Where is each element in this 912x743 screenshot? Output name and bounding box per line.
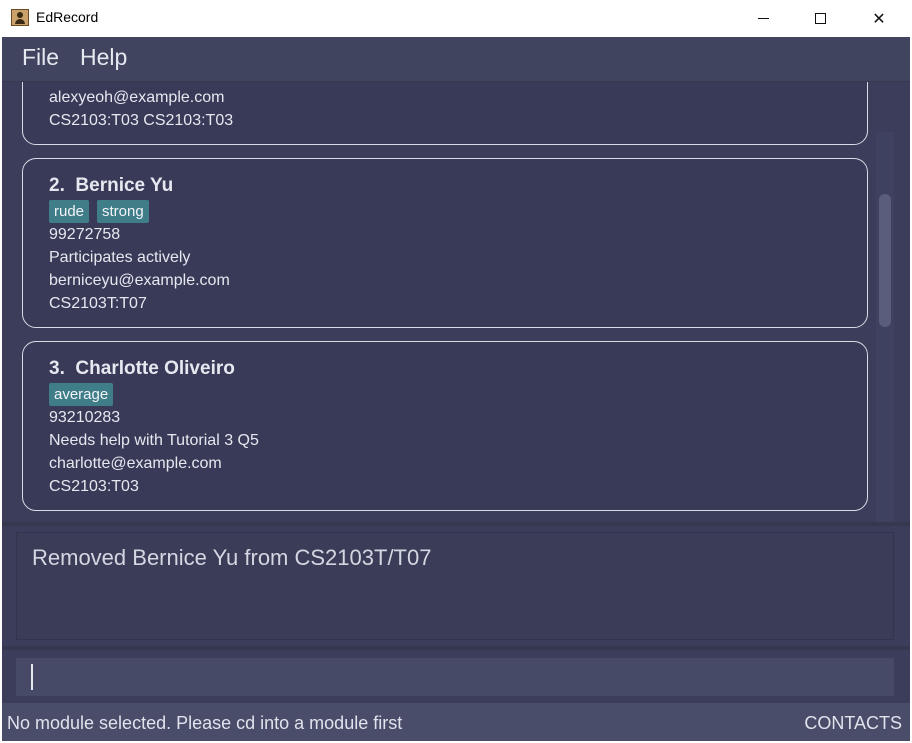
close-icon: ✕ — [872, 10, 886, 28]
person-info: Needs help with Tutorial 3 Q5 — [49, 432, 259, 449]
person-card[interactable]: 3. Charlotte Oliveiro average 93210283 N… — [22, 341, 868, 511]
person-name-text: Bernice Yu — [75, 175, 174, 196]
result-message: Removed Bernice Yu from CS2103T/T07 — [32, 545, 432, 570]
person-email: berniceyu@example.com — [49, 272, 230, 289]
status-bar: No module selected. Please cd into a mod… — [2, 703, 910, 741]
person-card[interactable]: 2. Bernice Yu rude strong 99272758 Parti… — [22, 158, 868, 328]
person-info: Participates actively — [49, 249, 191, 266]
person-index: 2. — [49, 175, 65, 196]
command-input[interactable] — [16, 658, 894, 696]
menu-file[interactable]: File — [22, 44, 59, 71]
text-caret — [31, 664, 33, 690]
close-button[interactable]: ✕ — [856, 0, 902, 37]
menu-bar: File Help — [2, 37, 910, 82]
minimize-button[interactable] — [740, 0, 786, 37]
window-title: EdRecord — [36, 9, 99, 25]
person-name: 2. Bernice Yu — [49, 175, 173, 197]
person-name: 3. Charlotte Oliveiro — [49, 358, 235, 380]
person-index: 3. — [49, 358, 65, 379]
person-list[interactable]: alexyeoh@example.com CS2103:T03 CS2103:T… — [2, 82, 910, 522]
scrollbar-thumb[interactable] — [879, 194, 891, 327]
tag: rude — [49, 200, 90, 223]
person-card[interactable]: alexyeoh@example.com CS2103:T03 CS2103:T… — [22, 82, 868, 145]
menu-help[interactable]: Help — [80, 44, 127, 71]
person-modules: CS2103:T03 — [49, 478, 139, 495]
tag-list: average — [49, 383, 249, 406]
person-phone: 93210283 — [49, 409, 121, 426]
app-window: File Help alexyeoh@example.com CS2103:T0… — [2, 37, 910, 741]
person-email: alexyeoh@example.com — [49, 89, 225, 106]
minimize-icon — [757, 18, 769, 19]
tag-list: rude strong — [49, 200, 249, 223]
scrollbar-track[interactable] — [876, 132, 894, 522]
title-bar: EdRecord ✕ — [0, 0, 912, 37]
person-name-text: Charlotte Oliveiro — [75, 358, 235, 379]
status-message: No module selected. Please cd into a mod… — [7, 713, 403, 733]
result-display: Removed Bernice Yu from CS2103T/T07 — [16, 532, 894, 640]
person-modules: CS2103:T03 CS2103:T03 — [49, 112, 234, 129]
person-email: charlotte@example.com — [49, 455, 222, 472]
tag: strong — [97, 200, 149, 223]
status-view-mode: CONTACTS — [804, 713, 902, 733]
person-phone: 99272758 — [49, 226, 121, 243]
maximize-button[interactable] — [797, 0, 843, 37]
divider — [2, 646, 910, 650]
person-modules: CS2103T:T07 — [49, 295, 147, 312]
divider — [2, 522, 910, 526]
app-icon — [11, 9, 29, 26]
maximize-icon — [814, 13, 826, 24]
tag: average — [49, 383, 114, 406]
